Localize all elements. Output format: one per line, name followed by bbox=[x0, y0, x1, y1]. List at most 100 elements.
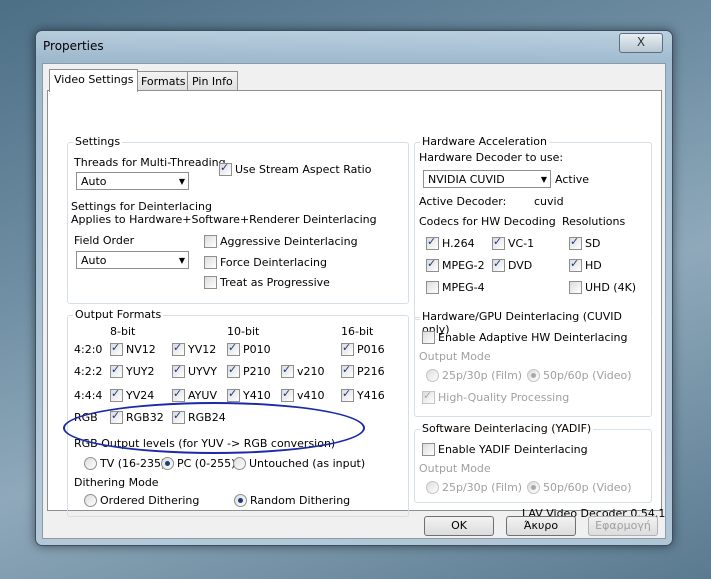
active-decoder-label: Active Decoder: bbox=[419, 195, 507, 208]
settings-group-title: Settings bbox=[73, 135, 123, 148]
field-order-select[interactable]: Auto ▼ bbox=[76, 251, 189, 269]
header-16bit: 16-bit bbox=[341, 325, 374, 338]
force-deint-label: Force Deinterlacing bbox=[220, 256, 327, 269]
hw-decoder-select[interactable]: NVIDIA CUVID ▼ bbox=[423, 170, 551, 188]
window-title: Properties bbox=[43, 39, 104, 53]
tab-video-settings[interactable]: Video Settings bbox=[49, 69, 139, 92]
hd-checkbox[interactable] bbox=[569, 257, 582, 272]
apply-button[interactable]: Εφαρμογή bbox=[588, 516, 658, 536]
ordered-dither-radio[interactable] bbox=[84, 494, 97, 507]
dvd-label: DVD bbox=[508, 259, 533, 272]
yadif-enable-checkbox[interactable] bbox=[422, 443, 435, 456]
gpu-film-radio[interactable] bbox=[426, 369, 439, 382]
tv-range-label: TV (16-235) bbox=[100, 457, 166, 470]
tab-pin-info[interactable]: Pin Info bbox=[187, 71, 238, 91]
mpeg2-checkbox[interactable] bbox=[426, 257, 439, 272]
untouched-label: Untouched (as input) bbox=[249, 457, 366, 470]
dvd-checkbox[interactable] bbox=[492, 257, 505, 272]
nv12-label: NV12 bbox=[126, 343, 156, 356]
threads-select-value: Auto bbox=[81, 175, 107, 188]
row-label-444: 4:4:4 bbox=[74, 389, 103, 402]
aggressive-deint-label: Aggressive Deinterlacing bbox=[220, 235, 358, 248]
resolutions-label: Resolutions bbox=[562, 215, 626, 228]
gpu-deint-enable-label: Enable Adaptive HW Deinterlacing bbox=[438, 331, 628, 344]
yv24-label: YV24 bbox=[126, 389, 155, 402]
tv-range-radio[interactable] bbox=[84, 457, 97, 470]
hw-decoder-value: NVIDIA CUVID bbox=[428, 173, 505, 186]
yadif-enable-label: Enable YADIF Deinterlacing bbox=[438, 443, 588, 456]
sw-video-radio[interactable] bbox=[527, 481, 540, 494]
random-dither-label: Random Dithering bbox=[250, 494, 351, 507]
hw-active-status: Active bbox=[555, 173, 590, 186]
random-dither-radio[interactable] bbox=[234, 494, 247, 507]
ayuv-checkbox[interactable] bbox=[172, 387, 185, 402]
force-deint-checkbox[interactable] bbox=[204, 256, 217, 269]
cancel-button[interactable]: Άκυρο bbox=[506, 516, 576, 536]
nv12-checkbox[interactable] bbox=[110, 341, 123, 356]
aggressive-deint-checkbox[interactable] bbox=[204, 235, 217, 248]
ayuv-label: AYUV bbox=[188, 389, 217, 402]
vc1-checkbox[interactable] bbox=[492, 235, 505, 250]
properties-window: Properties X Video Settings Formats Pin … bbox=[35, 30, 673, 546]
field-order-select-value: Auto bbox=[81, 254, 107, 267]
p216-label: P216 bbox=[357, 365, 385, 378]
uyvy-label: UYVY bbox=[188, 365, 218, 378]
ok-button[interactable]: OK bbox=[424, 516, 494, 536]
hw-accel-title: Hardware Acceleration bbox=[420, 135, 549, 148]
gpu-deint-enable-checkbox[interactable] bbox=[422, 331, 435, 344]
deint-applies-label: Applies to Hardware+Software+Renderer De… bbox=[71, 213, 377, 226]
h264-checkbox[interactable] bbox=[426, 235, 439, 250]
v410-checkbox[interactable] bbox=[281, 387, 294, 402]
stream-aspect-checkbox[interactable] bbox=[219, 161, 232, 176]
pc-range-radio[interactable] bbox=[161, 457, 174, 470]
mpeg4-label: MPEG-4 bbox=[442, 281, 485, 294]
p010-checkbox[interactable] bbox=[227, 341, 240, 356]
untouched-radio[interactable] bbox=[233, 457, 246, 470]
p016-checkbox[interactable] bbox=[341, 341, 354, 356]
gpu-video-radio[interactable] bbox=[527, 369, 540, 382]
sw-film-radio[interactable] bbox=[426, 481, 439, 494]
uhd-checkbox[interactable] bbox=[569, 281, 582, 294]
hd-label: HD bbox=[585, 259, 602, 272]
gpu-film-label: 25p/30p (Film) bbox=[442, 369, 523, 382]
chevron-down-icon: ▼ bbox=[178, 177, 185, 186]
dithering-label: Dithering Mode bbox=[74, 476, 159, 489]
hq-processing-label: High-Quality Processing bbox=[438, 391, 570, 404]
p210-checkbox[interactable] bbox=[227, 363, 240, 378]
sd-checkbox[interactable] bbox=[569, 235, 582, 250]
uhd-label: UHD (4K) bbox=[585, 281, 637, 294]
mpeg4-checkbox[interactable] bbox=[426, 281, 439, 294]
threads-select[interactable]: Auto ▼ bbox=[76, 172, 189, 190]
row-label-422: 4:2:2 bbox=[74, 365, 103, 378]
v210-checkbox[interactable] bbox=[281, 363, 294, 378]
yv24-checkbox[interactable] bbox=[110, 387, 123, 402]
vc1-label: VC-1 bbox=[508, 237, 535, 250]
pc-range-label: PC (0-255) bbox=[177, 457, 236, 470]
chevron-down-icon: ▼ bbox=[178, 256, 185, 265]
header-8bit: 8-bit bbox=[110, 325, 136, 338]
sw-video-label: 50p/60p (Video) bbox=[543, 481, 632, 494]
output-formats-title: Output Formats bbox=[73, 308, 164, 321]
progressive-checkbox[interactable] bbox=[204, 276, 217, 289]
yuy2-checkbox[interactable] bbox=[110, 363, 123, 378]
row-label-420: 4:2:0 bbox=[74, 343, 103, 356]
v410-label: v410 bbox=[297, 389, 325, 402]
p016-label: P016 bbox=[357, 343, 385, 356]
tab-formats[interactable]: Formats bbox=[136, 71, 191, 91]
chevron-down-icon: ▼ bbox=[540, 175, 547, 184]
y410-checkbox[interactable] bbox=[227, 387, 240, 402]
hq-processing-checkbox[interactable] bbox=[422, 389, 435, 404]
field-order-label: Field Order bbox=[74, 234, 135, 247]
y410-label: Y410 bbox=[243, 389, 271, 402]
uyvy-checkbox[interactable] bbox=[172, 363, 185, 378]
header-10bit: 10-bit bbox=[227, 325, 260, 338]
hw-decoder-label: Hardware Decoder to use: bbox=[419, 151, 564, 164]
close-button[interactable]: X bbox=[619, 33, 663, 53]
sw-deint-title: Software Deinterlacing (YADIF) bbox=[420, 422, 594, 435]
p216-checkbox[interactable] bbox=[341, 363, 354, 378]
p010-label: P010 bbox=[243, 343, 271, 356]
yv12-checkbox[interactable] bbox=[172, 341, 185, 356]
deint-label: Settings for Deinterlacing bbox=[71, 200, 212, 213]
sw-output-mode-label: Output Mode bbox=[419, 462, 491, 475]
y416-checkbox[interactable] bbox=[341, 387, 354, 402]
